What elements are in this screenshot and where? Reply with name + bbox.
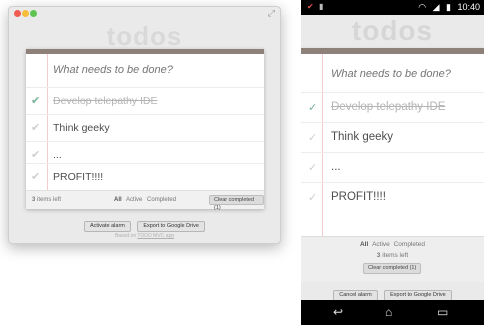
todo-item: ✔ Think geeky — [26, 114, 264, 141]
signal-icon: ◢ — [432, 2, 440, 12]
todo-label[interactable]: ... — [53, 149, 62, 161]
filter-completed[interactable]: Completed — [394, 241, 425, 248]
notification-icon: ✔ — [307, 2, 314, 11]
todo-item: ✓ Think geeky — [301, 122, 484, 152]
todo-label[interactable]: ... — [331, 161, 341, 173]
status-right: ◠ ◢ ▮ 10:40 — [414, 2, 480, 13]
todo-item: ✓ Develop telepathy IDE — [301, 92, 484, 122]
app-title: todos — [106, 21, 183, 51]
items-left-counter: 3 items left — [301, 252, 484, 259]
filter-all[interactable]: All — [114, 197, 122, 203]
action-buttons: Cancel alarm Export to Google Drive — [301, 283, 484, 301]
items-left-number: 3 — [32, 197, 36, 203]
navigation-bar: ↩ ⌂ ▭ — [301, 300, 484, 325]
todo-footer: 3 items left All Active Completed Clear … — [26, 190, 264, 211]
todo-label[interactable]: Develop telepathy IDE — [53, 95, 157, 107]
new-todo-input[interactable] — [53, 62, 258, 78]
phone-screen: ✔ ▮ ◠ ◢ ▮ 10:40 todos ✓ Develop telepath… — [301, 0, 484, 325]
todo-label[interactable]: PROFIT!!!! — [331, 191, 386, 203]
todo-app: ✓ Develop telepathy IDE ✓ Think geeky ✓ … — [301, 48, 484, 236]
items-left-text: items left — [37, 197, 62, 203]
maximize-window-icon[interactable] — [30, 10, 37, 17]
todo-item: ✓ PROFIT!!!! — [301, 182, 484, 212]
todomvc-link[interactable]: TODO MVC app — [137, 233, 174, 239]
todo-label[interactable]: Think geeky — [53, 122, 110, 134]
app-title: todos — [351, 15, 434, 46]
home-icon[interactable]: ⌂ — [385, 305, 392, 319]
todo-item: ✓ ... — [301, 152, 484, 182]
filter-bar: All Active Completed — [301, 241, 484, 248]
filter-active[interactable]: Active — [372, 241, 390, 248]
items-left-text: items left — [382, 252, 409, 259]
filter-bar: All Active Completed — [114, 197, 179, 203]
items-left-counter: 3 items left — [32, 197, 61, 203]
todo-label[interactable]: Develop telepathy IDE — [331, 101, 445, 113]
checkmark-icon[interactable]: ✔ — [31, 121, 40, 134]
activate-alarm-button[interactable]: Activate alarm — [84, 221, 131, 232]
minimize-window-icon[interactable] — [22, 10, 29, 17]
checkmark-icon[interactable]: ✔ — [31, 94, 40, 107]
header-band — [26, 49, 264, 54]
checkmark-icon[interactable]: ✔ — [31, 148, 40, 161]
battery-icon: ▮ — [446, 2, 451, 12]
checkmark-icon[interactable]: ✓ — [308, 101, 317, 114]
filter-all[interactable]: All — [360, 241, 368, 248]
filter-active[interactable]: Active — [126, 197, 142, 203]
clear-completed-button[interactable]: Clear completed (1) — [363, 263, 422, 274]
todo-app: ✔ Develop telepathy IDE ✔ Think geeky ✔ … — [26, 49, 264, 211]
new-todo-input[interactable] — [331, 66, 481, 82]
todo-footer: All Active Completed 3 items left Clear … — [301, 236, 484, 282]
attribution-prefix: Based on — [114, 233, 137, 239]
status-time: 10:40 — [457, 2, 480, 12]
todo-label[interactable]: PROFIT!!!! — [53, 171, 103, 183]
todo-label[interactable]: Think geeky — [331, 131, 393, 143]
checkmark-icon[interactable]: ✓ — [308, 191, 317, 204]
checkmark-icon[interactable]: ✔ — [31, 170, 40, 183]
sd-card-icon: ▮ — [319, 2, 324, 11]
action-buttons: Activate alarm Export to Google Drive — [9, 214, 280, 232]
close-window-icon[interactable] — [14, 10, 21, 17]
fullscreen-icon[interactable]: ⤢ — [268, 8, 275, 19]
attribution: Based on TODO MVC app — [9, 233, 280, 239]
checkmark-icon[interactable]: ✓ — [308, 161, 317, 174]
status-bar: ✔ ▮ ◠ ◢ ▮ 10:40 — [301, 0, 484, 15]
items-left-number: 3 — [376, 252, 381, 259]
back-icon[interactable]: ↩ — [333, 305, 343, 319]
filter-completed[interactable]: Completed — [147, 197, 176, 203]
checkmark-icon[interactable]: ✓ — [308, 131, 317, 144]
clear-completed-button[interactable]: Clear completed (1) — [209, 195, 264, 211]
export-drive-button[interactable]: Export to Google Drive — [137, 221, 205, 232]
todo-item: ✔ PROFIT!!!! — [26, 163, 264, 190]
header-band — [301, 48, 484, 54]
todo-item: ✔ Develop telepathy IDE — [26, 87, 264, 114]
window-titlebar: ⤢ — [9, 7, 280, 21]
recent-apps-icon[interactable]: ▭ — [437, 305, 448, 319]
desktop-window: ⤢ todos ✔ Develop telepathy IDE ✔ Think … — [8, 6, 281, 244]
wifi-icon: ◠ — [418, 2, 427, 12]
